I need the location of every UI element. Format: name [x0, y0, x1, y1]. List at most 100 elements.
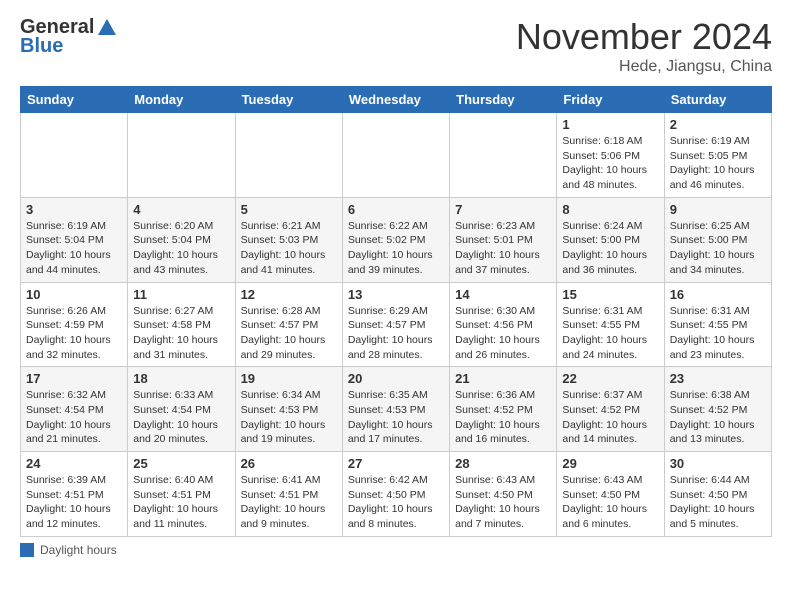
day-number: 30: [670, 456, 766, 471]
day-cell: 30Sunrise: 6:44 AM Sunset: 4:50 PM Dayli…: [664, 452, 771, 537]
col-thursday: Thursday: [450, 87, 557, 113]
day-number: 4: [133, 202, 229, 217]
day-info: Sunrise: 6:30 AM Sunset: 4:56 PM Dayligh…: [455, 304, 551, 363]
day-info: Sunrise: 6:35 AM Sunset: 4:53 PM Dayligh…: [348, 388, 444, 447]
day-info: Sunrise: 6:34 AM Sunset: 4:53 PM Dayligh…: [241, 388, 337, 447]
day-number: 14: [455, 287, 551, 302]
day-number: 29: [562, 456, 658, 471]
day-info: Sunrise: 6:26 AM Sunset: 4:59 PM Dayligh…: [26, 304, 122, 363]
day-cell: 25Sunrise: 6:40 AM Sunset: 4:51 PM Dayli…: [128, 452, 235, 537]
day-number: 27: [348, 456, 444, 471]
header: General Blue November 2024 Hede, Jiangsu…: [20, 16, 772, 76]
week-row-4: 24 Sunrise: 6:39 AM Sunset: 4:51 PM Dayli…: [21, 452, 772, 537]
day-cell: 7 Sunrise: 6:23 AM Sunset: 5:01 PM Daylig…: [450, 197, 557, 282]
day-cell: [235, 113, 342, 198]
daylight-label: Daylight hours: [40, 543, 117, 557]
day-cell: 18 Sunrise: 6:33 AM Sunset: 4:54 PM Dayli…: [128, 367, 235, 452]
month-title: November 2024: [516, 16, 772, 58]
day-info: Sunrise: 6:41 AM Sunset: 4:51 PM Dayligh…: [241, 473, 337, 532]
day-cell: 16 Sunrise: 6:31 AM Sunset: 4:55 PM Dayli…: [664, 282, 771, 367]
day-cell: 19 Sunrise: 6:34 AM Sunset: 4:53 PM Dayli…: [235, 367, 342, 452]
week-row-0: 1 Sunrise: 6:18 AM Sunset: 5:06 PM Daylig…: [21, 113, 772, 198]
day-cell: 2Sunrise: 6:19 AM Sunset: 5:05 PM Daylig…: [664, 113, 771, 198]
day-info: Sunrise: 6:27 AM Sunset: 4:58 PM Dayligh…: [133, 304, 229, 363]
day-cell: 17 Sunrise: 6:32 AM Sunset: 4:54 PM Dayli…: [21, 367, 128, 452]
day-number: 16: [670, 287, 766, 302]
page: General Blue November 2024 Hede, Jiangsu…: [0, 0, 792, 567]
day-number: 3: [26, 202, 122, 217]
day-cell: 29 Sunrise: 6:43 AM Sunset: 4:50 PM Dayli…: [557, 452, 664, 537]
day-cell: 12Sunrise: 6:28 AM Sunset: 4:57 PM Dayli…: [235, 282, 342, 367]
day-info: Sunrise: 6:24 AM Sunset: 5:00 PM Dayligh…: [562, 219, 658, 278]
day-cell: 21Sunrise: 6:36 AM Sunset: 4:52 PM Dayli…: [450, 367, 557, 452]
day-cell: [450, 113, 557, 198]
day-cell: 15Sunrise: 6:31 AM Sunset: 4:55 PM Dayli…: [557, 282, 664, 367]
col-friday: Friday: [557, 87, 664, 113]
day-number: 5: [241, 202, 337, 217]
day-info: Sunrise: 6:21 AM Sunset: 5:03 PM Dayligh…: [241, 219, 337, 278]
day-number: 26: [241, 456, 337, 471]
day-cell: 10 Sunrise: 6:26 AM Sunset: 4:59 PM Dayli…: [21, 282, 128, 367]
day-info: Sunrise: 6:43 AM Sunset: 4:50 PM Dayligh…: [455, 473, 551, 532]
day-number: 22: [562, 371, 658, 386]
day-cell: 22 Sunrise: 6:37 AM Sunset: 4:52 PM Dayli…: [557, 367, 664, 452]
day-cell: 27 Sunrise: 6:42 AM Sunset: 4:50 PM Dayli…: [342, 452, 449, 537]
day-info: Sunrise: 6:39 AM Sunset: 4:51 PM Dayligh…: [26, 473, 122, 532]
day-number: 13: [348, 287, 444, 302]
logo-icon: [96, 17, 118, 39]
day-number: 25: [133, 456, 229, 471]
day-number: 15: [562, 287, 658, 302]
day-cell: [21, 113, 128, 198]
day-cell: 4 Sunrise: 6:20 AM Sunset: 5:04 PM Daylig…: [128, 197, 235, 282]
day-info: Sunrise: 6:42 AM Sunset: 4:50 PM Dayligh…: [348, 473, 444, 532]
day-cell: 1 Sunrise: 6:18 AM Sunset: 5:06 PM Daylig…: [557, 113, 664, 198]
day-cell: 3 Sunrise: 6:19 AM Sunset: 5:04 PM Daylig…: [21, 197, 128, 282]
day-number: 18: [133, 371, 229, 386]
week-row-3: 17 Sunrise: 6:32 AM Sunset: 4:54 PM Dayli…: [21, 367, 772, 452]
day-number: 1: [562, 117, 658, 132]
day-cell: 9 Sunrise: 6:25 AM Sunset: 5:00 PM Daylig…: [664, 197, 771, 282]
legend-box: [20, 543, 34, 557]
day-info: Sunrise: 6:20 AM Sunset: 5:04 PM Dayligh…: [133, 219, 229, 278]
col-saturday: Saturday: [664, 87, 771, 113]
day-number: 6: [348, 202, 444, 217]
day-number: 21: [455, 371, 551, 386]
day-number: 17: [26, 371, 122, 386]
day-info: Sunrise: 6:19 AM Sunset: 5:05 PM Dayligh…: [670, 134, 766, 193]
day-info: Sunrise: 6:37 AM Sunset: 4:52 PM Dayligh…: [562, 388, 658, 447]
col-monday: Monday: [128, 87, 235, 113]
logo-blue: Blue: [20, 35, 63, 58]
day-cell: 13 Sunrise: 6:29 AM Sunset: 4:57 PM Dayli…: [342, 282, 449, 367]
week-row-2: 10 Sunrise: 6:26 AM Sunset: 4:59 PM Dayli…: [21, 282, 772, 367]
day-number: 12: [241, 287, 337, 302]
day-info: Sunrise: 6:32 AM Sunset: 4:54 PM Dayligh…: [26, 388, 122, 447]
day-cell: 20 Sunrise: 6:35 AM Sunset: 4:53 PM Dayli…: [342, 367, 449, 452]
day-cell: 6Sunrise: 6:22 AM Sunset: 5:02 PM Daylig…: [342, 197, 449, 282]
day-cell: 26 Sunrise: 6:41 AM Sunset: 4:51 PM Dayli…: [235, 452, 342, 537]
day-number: 7: [455, 202, 551, 217]
day-cell: 14 Sunrise: 6:30 AM Sunset: 4:56 PM Dayli…: [450, 282, 557, 367]
day-info: Sunrise: 6:31 AM Sunset: 4:55 PM Dayligh…: [670, 304, 766, 363]
day-number: 9: [670, 202, 766, 217]
col-sunday: Sunday: [21, 87, 128, 113]
day-number: 19: [241, 371, 337, 386]
day-info: Sunrise: 6:43 AM Sunset: 4:50 PM Dayligh…: [562, 473, 658, 532]
calendar-table: Sunday Monday Tuesday Wednesday Thursday…: [20, 86, 772, 537]
day-info: Sunrise: 6:18 AM Sunset: 5:06 PM Dayligh…: [562, 134, 658, 193]
day-info: Sunrise: 6:23 AM Sunset: 5:01 PM Dayligh…: [455, 219, 551, 278]
day-info: Sunrise: 6:25 AM Sunset: 5:00 PM Dayligh…: [670, 219, 766, 278]
day-cell: 28Sunrise: 6:43 AM Sunset: 4:50 PM Dayli…: [450, 452, 557, 537]
day-info: Sunrise: 6:33 AM Sunset: 4:54 PM Dayligh…: [133, 388, 229, 447]
col-wednesday: Wednesday: [342, 87, 449, 113]
day-number: 24: [26, 456, 122, 471]
day-number: 11: [133, 287, 229, 302]
day-number: 10: [26, 287, 122, 302]
day-info: Sunrise: 6:19 AM Sunset: 5:04 PM Dayligh…: [26, 219, 122, 278]
day-number: 20: [348, 371, 444, 386]
day-number: 8: [562, 202, 658, 217]
day-cell: 23Sunrise: 6:38 AM Sunset: 4:52 PM Dayli…: [664, 367, 771, 452]
day-info: Sunrise: 6:38 AM Sunset: 4:52 PM Dayligh…: [670, 388, 766, 447]
day-cell: [342, 113, 449, 198]
day-cell: 5 Sunrise: 6:21 AM Sunset: 5:03 PM Daylig…: [235, 197, 342, 282]
day-info: Sunrise: 6:29 AM Sunset: 4:57 PM Dayligh…: [348, 304, 444, 363]
